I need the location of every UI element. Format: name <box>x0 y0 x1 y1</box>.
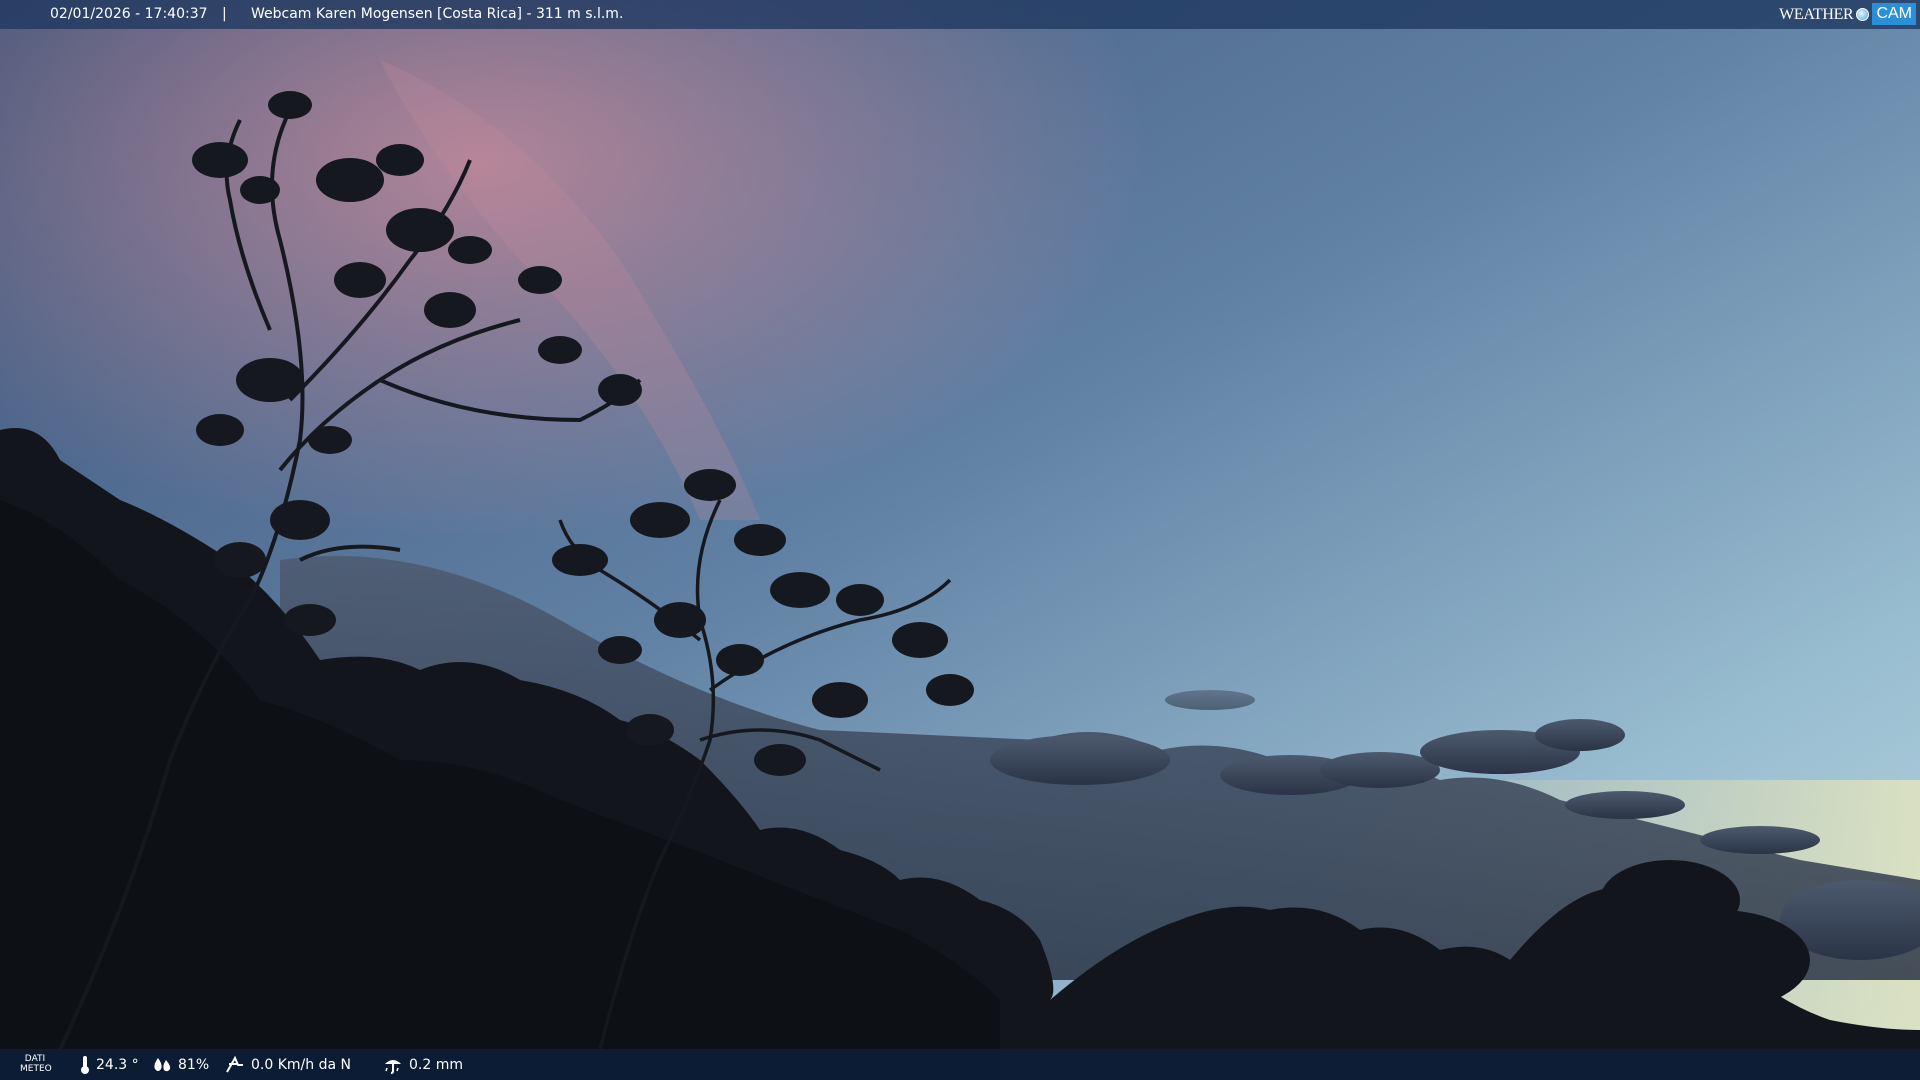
humidity-drops-icon <box>154 1057 171 1071</box>
wind-direction-icon <box>226 1055 243 1072</box>
weathercam-logo: WEATHER CAM <box>1779 3 1916 25</box>
humidity-reading: 81% <box>152 1049 209 1080</box>
logo-cam-text: CAM <box>1872 3 1916 25</box>
rain-reading: 0.2 mm <box>383 1049 463 1080</box>
logo-globe-icon <box>1856 7 1870 21</box>
logo-weather-text: WEATHER <box>1779 5 1854 23</box>
webcam-scene <box>0 0 1920 1080</box>
temperature-value: 24.3 ° <box>96 1056 139 1073</box>
datetime-label: 02/01/2026 - 17:40:37 <box>50 6 208 22</box>
wind-reading: 0.0 Km/h da N <box>225 1049 351 1080</box>
separator: | <box>222 6 227 22</box>
rain-value: 0.2 mm <box>409 1056 463 1073</box>
weather-data-bar: DATI METEO 24.3 ° 81% 0.0 Km/h da N 0.2 … <box>0 1049 1920 1080</box>
dati-meteo-label: DATI METEO <box>20 1054 52 1074</box>
temperature-reading: 24.3 ° <box>80 1049 139 1080</box>
thermometer-icon <box>81 1055 89 1074</box>
humidity-value: 81% <box>178 1056 210 1073</box>
top-info-bar: 02/01/2026 - 17:40:37 | Webcam Karen Mog… <box>0 0 1920 29</box>
dati-label: DATI <box>24 1054 46 1064</box>
meteo-label: METEO <box>20 1064 52 1074</box>
wind-value: 0.0 Km/h da N <box>251 1056 351 1073</box>
rain-gauge-icon <box>385 1059 401 1074</box>
webcam-title: Webcam Karen Mogensen [Costa Rica] - 311… <box>251 6 624 22</box>
